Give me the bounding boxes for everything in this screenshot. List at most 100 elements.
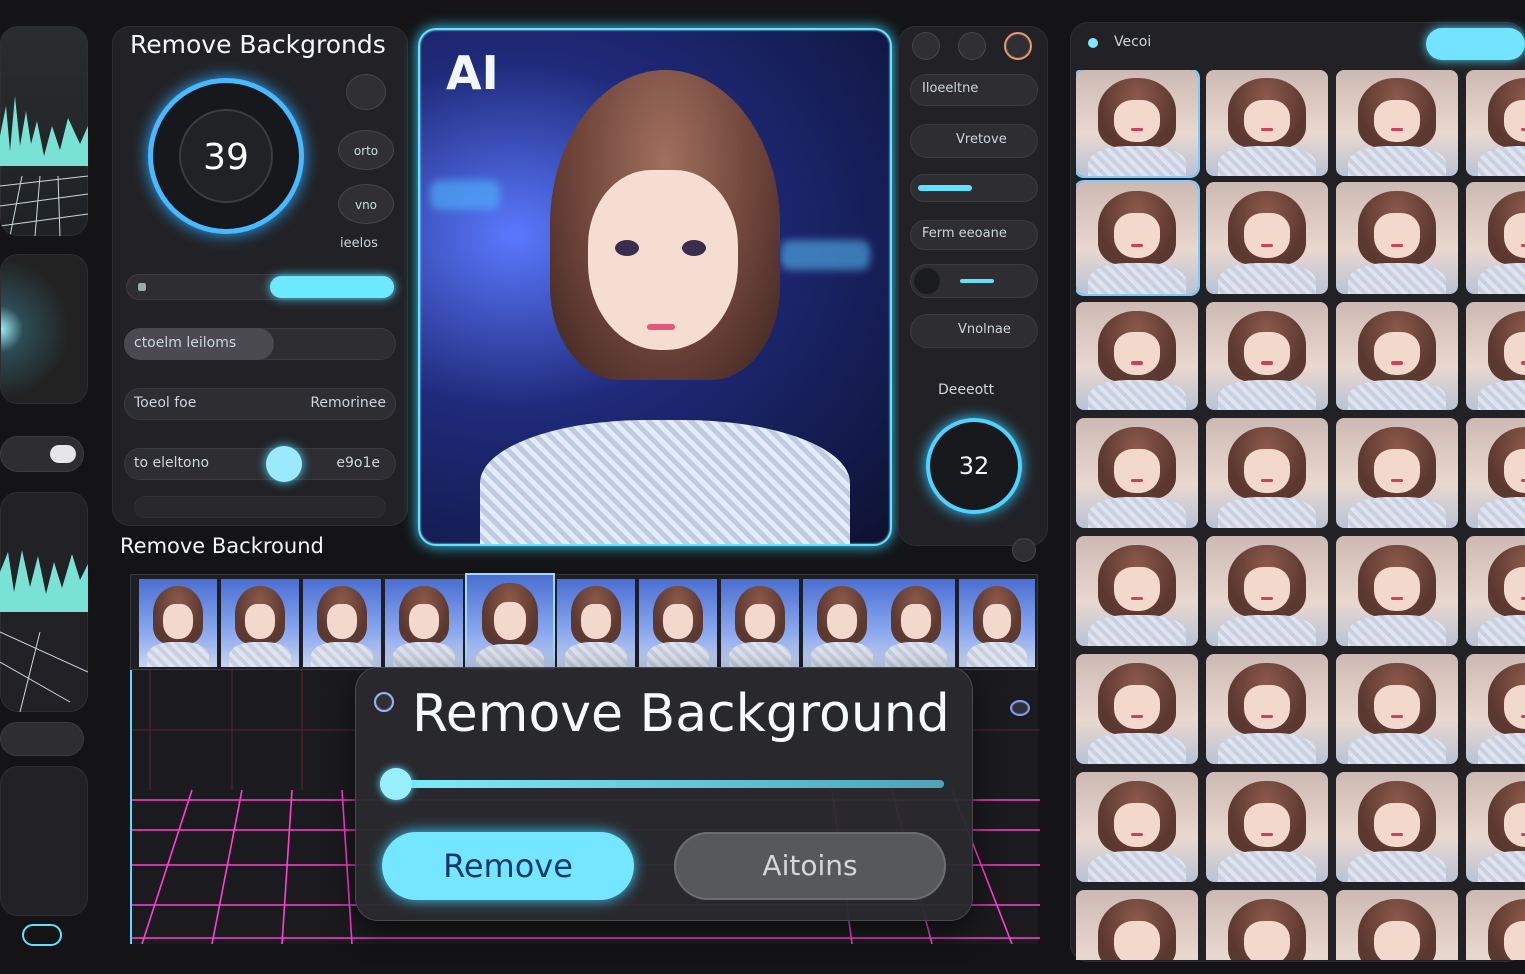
control-slider[interactable] [910,174,1038,202]
gallery-thumb[interactable] [1336,418,1458,528]
dial-value: 39 [203,137,249,178]
progress-dial[interactable]: 39 [148,78,304,234]
toggle-switch[interactable] [0,436,84,472]
left-strip [0,26,92,946]
control-item-2-label: Vretove [956,132,1007,147]
gallery-thumb[interactable] [1076,654,1198,764]
filmstrip-frame[interactable] [221,579,299,667]
dial-button-top[interactable] [346,74,386,110]
control-toggle-icon [914,268,940,294]
gallery-thumb[interactable] [1206,182,1328,294]
side-slider[interactable] [0,722,84,756]
vno-button-label: vno [354,198,378,212]
gallery-thumb[interactable] [1076,418,1198,528]
gallery-thumb[interactable] [1206,302,1328,410]
actions-button[interactable]: Aitoins [674,832,946,900]
copy-icon[interactable] [958,32,986,60]
slider-track[interactable] [126,274,396,300]
gallery-thumb[interactable] [1466,890,1525,960]
filmstrip-frame[interactable] [557,579,635,667]
gallery-header-button[interactable] [1426,28,1525,60]
orto-button[interactable]: orto [338,130,394,170]
profile-icon[interactable] [1004,32,1032,60]
gallery-thumb[interactable] [1466,772,1525,882]
portrait-image [460,60,860,544]
gallery-thumb[interactable] [1466,654,1525,764]
gallery-thumb-selected[interactable] [1076,182,1198,294]
control-item-2[interactable]: Vretove [910,124,1038,158]
field-ctoelm[interactable]: ctoelm leiloms [124,328,396,360]
gallery-thumb[interactable] [1466,536,1525,646]
gallery-thumb[interactable] [1336,536,1458,646]
filmstrip-info-icon[interactable] [1012,538,1036,562]
gallery-thumb[interactable] [1466,182,1525,294]
gallery-header-dot [1088,38,1098,48]
field-toelelt[interactable]: to eleltono e9o1e [124,446,396,482]
gallery-thumb[interactable] [1206,418,1328,528]
gallery-grid [1076,70,1525,960]
ai-preview-frame: AI [418,28,892,546]
filmstrip-frame[interactable] [959,579,1035,667]
gallery-thumb[interactable] [1206,70,1328,176]
gallery-thumb[interactable] [1076,302,1198,410]
gallery-thumb[interactable] [1336,890,1458,960]
gallery-thumb[interactable] [1076,536,1198,646]
remove-button[interactable]: Remove [382,832,634,900]
dialog-slider[interactable] [380,768,944,800]
gallery-thumb[interactable] [1076,890,1198,960]
dial-inner: 39 [179,109,273,203]
filmstrip-frame[interactable] [721,579,799,667]
control-toggle-line [960,279,994,283]
filmstrip-frame[interactable] [139,579,217,667]
left-control-panel: Remove Backgronds 39 orto vno ieelos cto… [112,26,408,526]
vno-button[interactable]: vno [338,184,394,224]
gallery-thumb[interactable] [1206,654,1328,764]
control-item-4-label: Vnolnae [958,322,1011,337]
dialog-slider-knob[interactable] [380,768,412,800]
field-toelelt-knob[interactable] [266,446,302,482]
slider-fill [270,276,394,298]
filmstrip-frame[interactable] [877,579,955,667]
filmstrip-frame[interactable] [803,579,881,667]
gallery-thumb[interactable] [1336,182,1458,294]
filmstrip [130,574,1038,671]
gallery-thumb[interactable] [1336,70,1458,176]
gallery-thumb[interactable] [1336,772,1458,882]
right-dial[interactable]: 32 [926,418,1022,514]
field-ctoelm-label: ctoelm leiloms [134,335,237,351]
control-toggle[interactable] [910,264,1038,298]
toggle-knob[interactable] [50,445,76,463]
gallery-thumb[interactable] [1206,890,1328,960]
preview-card-small[interactable] [0,254,88,404]
control-item-3[interactable]: Ferm eeoane [910,220,1038,250]
link-icon[interactable] [22,924,62,946]
gallery-thumb[interactable] [1206,772,1328,882]
gallery-thumb[interactable] [1076,772,1198,882]
control-item-1[interactable]: Iloeeltne [910,74,1038,106]
control-item-4[interactable]: Vnolnae [910,314,1038,348]
filmstrip-frame[interactable] [385,579,463,667]
gallery-thumb[interactable] [1466,302,1525,410]
waveform-icon [0,96,88,236]
gallery-thumb[interactable] [1466,70,1525,176]
gallery-thumb[interactable] [1336,654,1458,764]
portrait-face [588,170,738,350]
dialog-info-icon[interactable] [374,692,394,712]
gallery-thumb[interactable] [1206,536,1328,646]
timeline-toggle-icon[interactable] [1010,700,1030,716]
filmstrip-frame-selected[interactable] [467,575,553,671]
filmstrip-frame[interactable] [303,579,381,667]
gallery-thumb[interactable] [1466,418,1525,528]
field-empty[interactable] [134,496,386,518]
control-item-1-label: Iloeeltne [922,81,979,96]
right-dial-value: 32 [958,452,990,480]
gallery-thumb[interactable] [1336,302,1458,410]
gallery-thumb-selected[interactable] [1076,70,1198,176]
remove-background-dialog: Remove Background Remove Aitoins [356,668,972,920]
camera-icon[interactable] [912,32,940,60]
filmstrip-frame[interactable] [639,579,717,667]
waveform-card-top [0,26,88,236]
dialog-title: Remove Background [412,684,950,744]
field-toeol[interactable]: Toeol foe Remorinee [124,388,396,420]
side-meter [0,766,88,916]
